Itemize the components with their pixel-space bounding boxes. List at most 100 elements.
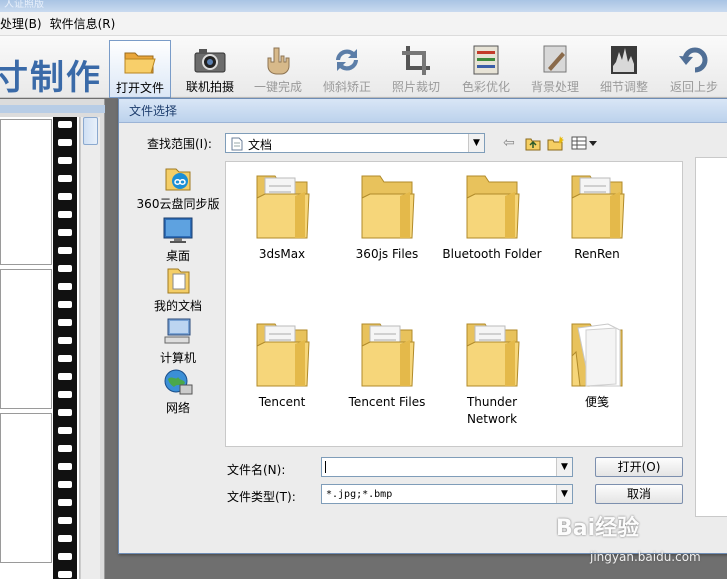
- tilt-correct-button[interactable]: 倾斜矫正: [316, 40, 378, 98]
- rotate-arrows-icon: [330, 44, 364, 76]
- desktop-icon: [162, 215, 194, 245]
- folder-item[interactable]: Bluetooth Folder: [442, 168, 542, 263]
- folder-icon: [566, 168, 628, 242]
- folder-item[interactable]: 3dsMax: [232, 168, 332, 263]
- chevron-down-icon[interactable]: ▼: [468, 134, 484, 152]
- folder-item[interactable]: 便笺: [547, 316, 647, 411]
- window-titlebar: 人证照版: [0, 0, 727, 12]
- open-file-label: 打开文件: [115, 81, 164, 95]
- thumbnail-frame[interactable]: [0, 269, 52, 409]
- photo-crop-button[interactable]: 照片裁切: [385, 40, 447, 98]
- view-menu-icon[interactable]: [571, 135, 599, 155]
- document-icon: [231, 137, 243, 151]
- chevron-down-icon[interactable]: ▼: [556, 458, 572, 476]
- look-in-value: 文档: [248, 138, 273, 152]
- file-name: Tencent: [258, 395, 306, 409]
- folder-icon: [461, 316, 523, 390]
- camera-capture-label: 联机拍摄: [185, 80, 234, 94]
- cancel-button[interactable]: 取消: [595, 484, 683, 504]
- detail-adjust-label: 细节调整: [599, 80, 648, 94]
- filetype-dropdown[interactable]: *.jpg;*.bmp ▼: [321, 484, 573, 504]
- thumbnail-frame[interactable]: [0, 413, 52, 563]
- place-my-documents[interactable]: 我的文档: [129, 265, 227, 314]
- filename-input[interactable]: ▼: [321, 457, 573, 477]
- my-documents-icon: [162, 265, 194, 295]
- up-folder-icon[interactable]: [525, 135, 541, 155]
- scrollbar-thumb[interactable]: [83, 117, 98, 145]
- folder-item[interactable]: Tencent Files: [337, 316, 437, 411]
- new-folder-icon[interactable]: [547, 135, 565, 155]
- folder-item[interactable]: Thunder Network: [442, 316, 542, 428]
- computer-icon: [162, 317, 194, 347]
- menu-bar: 处理(B) 软件信息(R): [0, 12, 727, 36]
- filetype-value: *.jpg;*.bmp: [326, 489, 393, 500]
- one-click-button[interactable]: 一键完成: [247, 40, 309, 98]
- place-label: 计算机: [159, 351, 196, 365]
- text-cursor: [325, 461, 326, 473]
- pane-header-bar: [0, 105, 105, 113]
- dialog-title: 文件选择: [119, 99, 727, 123]
- open-file-button[interactable]: 打开文件: [109, 40, 171, 98]
- folder-item[interactable]: RenRen: [547, 168, 647, 263]
- cloud-sync-icon: [162, 163, 194, 193]
- folder-item[interactable]: 360js Files: [337, 168, 437, 263]
- thumbnail-pane: [0, 99, 105, 579]
- color-sliders-icon: [469, 44, 503, 76]
- look-in-dropdown[interactable]: 文档 ▼: [225, 133, 485, 153]
- folder-icon: [251, 316, 313, 390]
- histogram-icon: [607, 44, 641, 76]
- look-in-label: 查找范围(I):: [147, 137, 212, 151]
- folder-icon: [566, 316, 628, 390]
- folder-item[interactable]: Tencent: [232, 316, 332, 411]
- undo-label: 返回上步: [669, 80, 718, 94]
- watermark-brand: Bai经验: [556, 516, 640, 541]
- undo-button[interactable]: 返回上步: [663, 40, 725, 98]
- background-process-button[interactable]: 背景处理: [524, 40, 586, 98]
- camera-icon: [193, 44, 227, 76]
- chevron-down-icon[interactable]: ▼: [556, 485, 572, 503]
- place-network[interactable]: 网络: [129, 367, 227, 416]
- menu-item-software-info[interactable]: 软件信息(R): [50, 15, 121, 32]
- file-name: 便笺: [584, 395, 609, 409]
- file-name: 360js Files: [355, 247, 419, 261]
- file-name: RenRen: [574, 247, 620, 261]
- tilt-correct-label: 倾斜矫正: [322, 80, 371, 94]
- place-360-cloud[interactable]: 360云盘同步版: [129, 163, 227, 212]
- file-name: 3dsMax: [258, 247, 306, 261]
- window-title: 人证照版: [4, 0, 44, 10]
- app-title: 寸制作: [0, 58, 102, 98]
- place-desktop[interactable]: 桌面: [129, 215, 227, 264]
- folder-icon: [356, 316, 418, 390]
- crop-icon: [399, 44, 433, 76]
- color-optimize-label: 色彩优化: [461, 80, 510, 94]
- main-toolbar: 寸制作 打开文件 联机拍摄 一键完成 倾斜矫正 照片裁切 色彩优化 背景处理 细…: [0, 36, 727, 98]
- preview-panel: [695, 157, 727, 517]
- network-icon: [162, 367, 194, 397]
- open-button[interactable]: 打开(O): [595, 457, 683, 477]
- camera-capture-button[interactable]: 联机拍摄: [179, 40, 241, 98]
- open-folder-icon: [123, 45, 157, 77]
- file-name: Bluetooth Folder: [442, 247, 542, 261]
- undo-icon: [677, 44, 711, 76]
- filename-label: 文件名(N):: [227, 463, 286, 477]
- thumbnail-scrollbar[interactable]: [80, 117, 100, 579]
- thumbnail-frame[interactable]: [0, 119, 52, 265]
- color-optimize-button[interactable]: 色彩优化: [455, 40, 517, 98]
- file-name: Thunder Network: [466, 395, 518, 426]
- place-label: 网络: [165, 401, 190, 415]
- folder-icon: [461, 168, 523, 242]
- photo-crop-label: 照片裁切: [391, 80, 440, 94]
- place-label: 360云盘同步版: [136, 197, 220, 211]
- place-label: 桌面: [165, 249, 190, 263]
- places-bar: 360云盘同步版 桌面 我的文档 计算机 网络: [129, 161, 227, 451]
- brush-icon: [538, 44, 572, 76]
- background-process-label: 背景处理: [530, 80, 579, 94]
- detail-adjust-button[interactable]: 细节调整: [593, 40, 655, 98]
- one-click-label: 一键完成: [253, 80, 302, 94]
- watermark-url: jingyan.baidu.com: [590, 550, 701, 564]
- folder-icon: [356, 168, 418, 242]
- back-arrow-icon[interactable]: ⇦: [503, 135, 515, 151]
- menu-item-process[interactable]: 处理(B): [0, 15, 47, 32]
- place-computer[interactable]: 计算机: [129, 317, 227, 366]
- file-name: Tencent Files: [348, 395, 426, 409]
